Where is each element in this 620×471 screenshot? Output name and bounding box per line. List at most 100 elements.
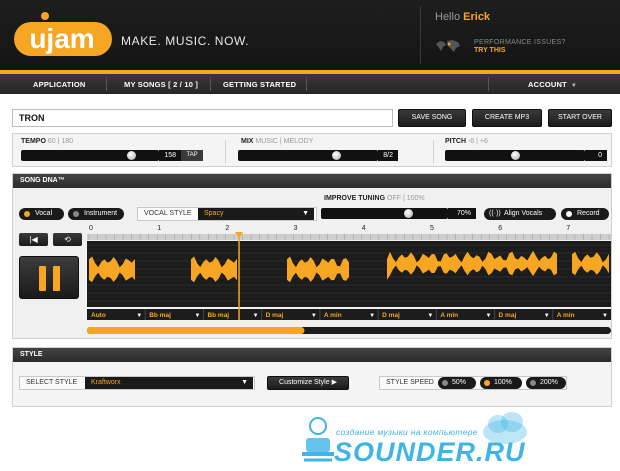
align-icon: ((·)): [489, 210, 501, 217]
timeline-number: 6: [498, 225, 502, 232]
song-dna-panel: SONG DNA™ Vocal Instrument VOCAL STYLE S…: [12, 173, 612, 339]
dj-mascot-icon: [302, 417, 334, 462]
customize-style-label: Customize Style: [279, 379, 330, 386]
tempo-range: 60 | 180: [47, 138, 74, 145]
select-style-label: SELECT STYLE: [26, 379, 78, 386]
timeline-number: 2: [225, 225, 229, 232]
nav-divider: [488, 77, 489, 91]
style-select-value: Kraftworx: [91, 379, 121, 386]
radio-off-icon: [73, 211, 79, 217]
timeline-number: 5: [430, 225, 434, 232]
ujam-logo[interactable]: ujam: [14, 8, 112, 58]
speed-200-label: 200%: [540, 379, 558, 386]
tempo-label-text: TEMPO: [21, 138, 46, 145]
song-controls: TEMPO 60 | 180 158 TAP MIX MUSIC | MELOD…: [12, 133, 612, 167]
timeline-number: 0: [89, 225, 93, 232]
nav-account[interactable]: ACCOUNT ▼: [528, 80, 577, 89]
loop-button[interactable]: ⟲: [53, 233, 82, 246]
world-map-icon: [436, 40, 460, 52]
customize-style-button[interactable]: Customize Style ▶: [267, 376, 349, 390]
chord-label: Bb maj: [207, 312, 229, 319]
tap-tempo-button[interactable]: TAP: [181, 150, 203, 161]
watermark: создание музыки на компьютере SOUNDER.RU: [300, 410, 620, 471]
style-select[interactable]: Kraftworx ▼: [85, 377, 253, 389]
pitch-value: 0: [585, 150, 607, 161]
vocal-style-select[interactable]: Spacy ▼: [198, 208, 314, 220]
skip-back-icon: |◀: [29, 235, 38, 244]
tuning-knob[interactable]: [403, 209, 413, 218]
greeting-text: Hello: [435, 11, 461, 23]
divider: [433, 140, 434, 164]
instrument-toggle[interactable]: Instrument: [68, 208, 124, 220]
song-title-input[interactable]: TRON: [12, 109, 393, 127]
start-over-button[interactable]: START OVER: [548, 109, 612, 127]
speed-200-option[interactable]: 200%: [526, 377, 566, 389]
chevron-down-icon: ▼: [194, 313, 200, 319]
chord-label: Auto: [91, 312, 106, 319]
mix-label-text: MIX: [241, 138, 254, 145]
tuning-value: 70%: [448, 208, 476, 219]
mix-slider[interactable]: [238, 150, 378, 161]
create-mp3-button[interactable]: CREATE MP3: [472, 109, 542, 127]
record-button[interactable]: Record: [561, 208, 609, 220]
improve-tuning-range: OFF | 100%: [387, 195, 425, 202]
pause-button[interactable]: [19, 256, 79, 299]
header-divider: [420, 6, 421, 64]
chevron-down-icon: ▼: [602, 313, 608, 319]
nav-my-songs[interactable]: MY SONGS [ 2 / 10 ]: [124, 80, 198, 89]
speed-100-option[interactable]: 100%: [480, 377, 522, 389]
chevron-down-icon: ▼: [241, 379, 248, 386]
watermark-tagline: создание музыки на компьютере: [336, 427, 478, 437]
radio-on-icon: [484, 380, 490, 386]
nav-application[interactable]: APPLICATION: [33, 80, 85, 89]
pitch-slider[interactable]: [445, 150, 585, 161]
rewind-button[interactable]: |◀: [19, 233, 48, 246]
song-dna-title: SONG DNA™: [13, 174, 611, 188]
timeline-number: 7: [566, 225, 570, 232]
align-vocals-button[interactable]: ((·)) Align Vocals: [484, 208, 556, 220]
user-name[interactable]: Erick: [463, 11, 490, 23]
speed-50-option[interactable]: 50%: [438, 377, 476, 389]
pitch-knob[interactable]: [510, 151, 520, 160]
instrument-label: Instrument: [84, 210, 118, 217]
mix-knob[interactable]: [332, 151, 342, 160]
pause-icon: [39, 266, 46, 291]
chord-label: A min: [440, 312, 458, 319]
tempo-slider[interactable]: [21, 150, 159, 161]
mix-label: MIX MUSIC | MELODY: [241, 138, 313, 145]
save-song-button[interactable]: SAVE SONG: [398, 109, 466, 127]
pitch-range: -6 | +6: [467, 138, 488, 145]
radio-on-icon: [24, 211, 30, 217]
chevron-down-icon: ▼: [369, 313, 375, 319]
try-this-link[interactable]: TRY THIS: [474, 47, 506, 54]
chevron-down-icon: ▼: [136, 313, 142, 319]
vocal-label: Vocal: [35, 210, 53, 217]
greeting: Hello Erick: [435, 11, 490, 23]
style-title: STYLE: [13, 348, 611, 362]
chord-label: D maj: [499, 312, 517, 319]
nav-divider: [210, 77, 211, 91]
vocal-toggle[interactable]: Vocal: [19, 208, 64, 220]
nav-divider: [106, 77, 107, 91]
radio-off-icon: [530, 380, 536, 386]
divider: [225, 140, 226, 164]
nav-divider: [306, 77, 307, 91]
record-label: Record: [577, 210, 600, 217]
header: ujam MAKE. MUSIC. NOW. Hello Erick PERFO…: [0, 0, 620, 70]
tempo-knob[interactable]: [126, 151, 136, 160]
tuning-slider[interactable]: [321, 208, 448, 219]
chevron-down-icon: ▼: [570, 83, 578, 89]
pause-icon: [53, 266, 60, 291]
timeline-number: 3: [294, 225, 298, 232]
chevron-down-icon: ▼: [486, 313, 492, 319]
style-speed-label: STYLE SPEED: [386, 379, 434, 386]
chevron-down-icon: ▼: [311, 313, 317, 319]
vocal-style-label: VOCAL STYLE: [144, 210, 192, 217]
speed-100-label: 100%: [494, 379, 512, 386]
pitch-label: PITCH -6 | +6: [445, 138, 488, 145]
chord-label: D maj: [382, 312, 400, 319]
chevron-down-icon: ▼: [544, 313, 550, 319]
nav-getting-started[interactable]: GETTING STARTED: [223, 80, 296, 89]
song-dna-timeline[interactable]: 0 1 2 3 4 5 6 7 Auto ▼ Bb maj ▼ Bb maj ▼ D maj ▼ A min ▼ D…: [87, 220, 611, 338]
pitch-label-text: PITCH: [445, 138, 466, 145]
